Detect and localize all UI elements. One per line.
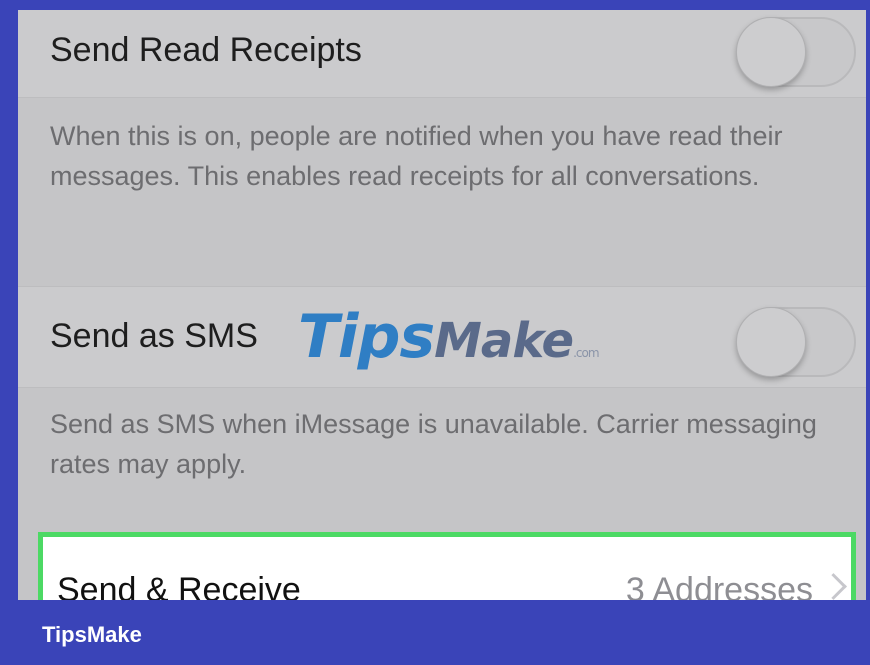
settings-screen: Send Read Receipts When this is on, peop… — [18, 10, 866, 600]
send-as-sms-label: Send as SMS — [50, 317, 258, 355]
toggle-knob — [736, 17, 806, 87]
send-receive-label: Send & Receive — [57, 571, 301, 600]
send-receive-value: 3 Addresses — [625, 571, 813, 600]
read-receipts-description: When this is on, people are notified whe… — [50, 121, 783, 191]
chevron-right-icon — [820, 573, 847, 600]
tipsmake-watermark: TipsMake.com — [298, 302, 600, 372]
watermark-part2: Make — [434, 313, 574, 369]
send-as-sms-toggle[interactable] — [736, 307, 856, 377]
watermark-part1: Tips — [298, 302, 435, 372]
watermark-suffix: .com — [573, 346, 599, 360]
footer-brand: TipsMake — [42, 622, 142, 647]
send-as-sms-description: Send as SMS when iMessage is unavailable… — [50, 409, 817, 479]
read-receipts-toggle[interactable] — [736, 17, 856, 87]
send-receive-row[interactable]: Send & Receive 3 Addresses — [38, 532, 856, 600]
read-receipts-label: Send Read Receipts — [50, 31, 362, 69]
read-receipts-row[interactable]: Send Read Receipts — [18, 10, 866, 98]
toggle-knob — [736, 307, 806, 377]
